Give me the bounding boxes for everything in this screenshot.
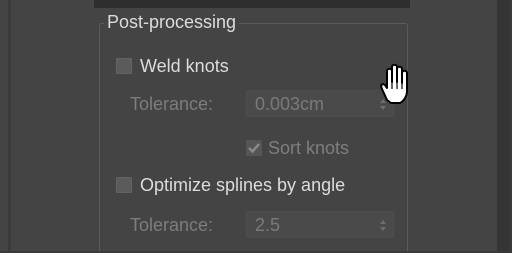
weld-tolerance-spinner[interactable]: 0.003cm (246, 90, 394, 117)
checkmark-icon (248, 143, 260, 154)
weld-tolerance-value: 0.003cm (255, 94, 325, 114)
optimize-splines-label: Optimize splines by angle (140, 175, 346, 195)
spinner-arrows-icon[interactable] (379, 216, 387, 234)
weld-knots-checkbox[interactable] (116, 58, 132, 74)
weld-knots-label: Weld knots (140, 56, 229, 76)
angle-tolerance-spinner[interactable]: 2.5 (246, 211, 394, 238)
angle-tolerance-label: Tolerance: (130, 215, 214, 235)
weld-knots-checkbox-row[interactable]: Weld knots (116, 54, 229, 78)
panel-top-strip (94, 0, 410, 8)
hand-pointer-icon (373, 62, 415, 106)
weld-tolerance-label: Tolerance: (130, 94, 214, 114)
sort-knots-checkbox-row[interactable]: Sort knots (246, 136, 349, 160)
sort-knots-label: Sort knots (268, 138, 350, 158)
panel-scrollbar-track[interactable] (497, 0, 510, 251)
angle-tolerance-value: 2.5 (255, 215, 281, 235)
optimize-splines-checkbox[interactable] (116, 177, 132, 193)
group-title: Post-processing (104, 10, 240, 34)
optimize-splines-checkbox-row[interactable]: Optimize splines by angle (116, 173, 345, 197)
post-processing-panel: Post-processing Weld knots Tolerance: 0.… (0, 0, 512, 253)
sort-knots-checkbox[interactable] (246, 140, 262, 156)
panel-left-edge (8, 0, 11, 251)
